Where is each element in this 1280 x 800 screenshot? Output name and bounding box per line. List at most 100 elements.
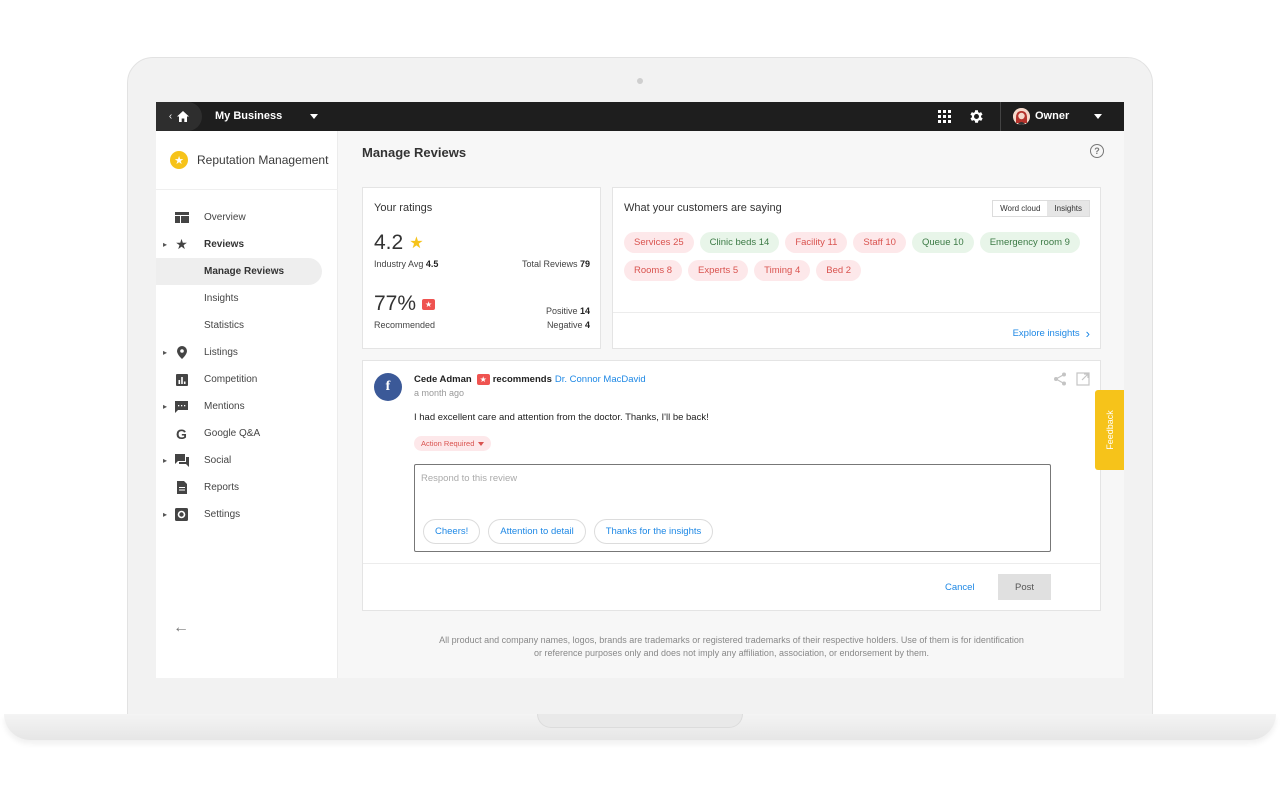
sidebar-item-label: Listings bbox=[204, 347, 238, 358]
sidebar-item-label: Statistics bbox=[204, 320, 245, 331]
review-text: I had excellent care and attention from … bbox=[414, 412, 709, 423]
sidebar-item-label: Competition bbox=[204, 374, 258, 385]
cancel-button[interactable]: Cancel bbox=[945, 582, 975, 593]
rating-score: 4.2 ★ bbox=[374, 231, 424, 255]
review-card: f Cede Adman ★ recommends Dr. Connor Mac… bbox=[362, 360, 1101, 611]
sidebar-item-overview[interactable]: Overview bbox=[156, 204, 338, 231]
bar-chart-icon bbox=[174, 372, 189, 387]
sidebar-item-label: Mentions bbox=[204, 401, 245, 412]
explore-insights-label: Explore insights bbox=[1012, 328, 1080, 339]
feedback-tab[interactable]: Feedback bbox=[1095, 390, 1124, 470]
page-title: Manage Reviews bbox=[362, 145, 467, 160]
action-required-dropdown[interactable]: Action Required bbox=[414, 436, 492, 451]
topic-chip[interactable]: Bed 2 bbox=[816, 260, 862, 281]
sidebar-item-insights[interactable]: Insights bbox=[156, 285, 338, 312]
user-name[interactable]: Owner bbox=[1035, 110, 1069, 122]
chat-icon bbox=[174, 399, 189, 414]
sidebar-divider bbox=[156, 189, 338, 190]
sidebar-item-reports[interactable]: Reports bbox=[156, 474, 338, 501]
insights-title: What your customers are saying bbox=[624, 202, 782, 214]
sidebar-item-settings[interactable]: ▸ Settings bbox=[156, 501, 338, 528]
card-divider bbox=[613, 312, 1100, 313]
expand-arrow-icon[interactable]: ▸ bbox=[163, 240, 167, 249]
topic-chip[interactable]: Facility 11 bbox=[785, 232, 848, 253]
positive-count: Positive 14 bbox=[545, 306, 590, 316]
recommend-badge-icon: ★ bbox=[476, 374, 490, 385]
expand-arrow-icon[interactable]: ▸ bbox=[163, 402, 167, 411]
reply-placeholder: Respond to this review bbox=[421, 473, 518, 484]
total-reviews: Total Reviews 79 bbox=[521, 259, 590, 269]
review-header: Cede Adman ★ recommends Dr. Connor MacDa… bbox=[414, 374, 646, 385]
collapse-sidebar-arrow-icon[interactable]: ← bbox=[173, 619, 189, 637]
ratings-card: Your ratings 4.2 ★ Industry Avg 4.5 Tota… bbox=[362, 187, 601, 349]
quick-reply-button[interactable]: Cheers! bbox=[423, 519, 481, 544]
settings-gear-icon[interactable] bbox=[968, 108, 985, 125]
open-external-icon[interactable] bbox=[1076, 372, 1090, 386]
negative-count: Negative 4 bbox=[546, 320, 590, 330]
laptop-notch bbox=[537, 714, 743, 728]
topic-chips: Services 25 Clinic beds 14 Facility 11 S… bbox=[624, 232, 1084, 281]
topic-chip[interactable]: Clinic beds 14 bbox=[699, 232, 780, 253]
apps-grid-icon[interactable] bbox=[938, 110, 951, 123]
review-timestamp: a month ago bbox=[414, 388, 465, 398]
sidebar-item-label: Reports bbox=[204, 482, 240, 493]
user-menu-dropdown-icon[interactable] bbox=[1094, 114, 1102, 119]
help-icon[interactable]: ? bbox=[1090, 144, 1104, 158]
expand-arrow-icon[interactable]: ▸ bbox=[163, 348, 167, 357]
quick-replies: Cheers! Attention to detail Thanks for t… bbox=[423, 519, 714, 544]
topic-chip[interactable]: Staff 10 bbox=[853, 232, 906, 253]
sidebar-item-listings[interactable]: ▸ Listings bbox=[156, 339, 338, 366]
insights-toggle[interactable]: Insights bbox=[1047, 201, 1089, 216]
chevron-down-icon bbox=[478, 441, 485, 446]
facebook-icon: f bbox=[374, 373, 402, 401]
overview-icon bbox=[174, 210, 189, 225]
business-dropdown-icon[interactable] bbox=[310, 114, 318, 119]
trademark-disclaimer: All product and company names, logos, br… bbox=[362, 634, 1101, 660]
home-button[interactable]: ‹ bbox=[156, 102, 202, 131]
user-avatar[interactable] bbox=[1013, 108, 1030, 125]
main-content: Manage Reviews ? Your ratings 4.2 ★ Indu… bbox=[338, 131, 1124, 678]
sidebar-item-google-qa[interactable]: G Google Q&A bbox=[156, 420, 338, 447]
reply-textarea[interactable]: Respond to this review Cheers! Attention… bbox=[414, 464, 1051, 552]
sidebar-item-manage-reviews[interactable]: Manage Reviews bbox=[156, 258, 322, 285]
expand-arrow-icon[interactable]: ▸ bbox=[163, 456, 167, 465]
google-icon: G bbox=[176, 425, 187, 442]
status-badge: Action Required bbox=[421, 439, 475, 448]
post-button[interactable]: Post bbox=[998, 574, 1051, 600]
reviewer-name[interactable]: Cede Adman bbox=[414, 374, 472, 385]
quick-reply-button[interactable]: Thanks for the insights bbox=[593, 519, 714, 544]
recommended-label: Recommended bbox=[374, 320, 436, 330]
topic-chip[interactable]: Experts 5 bbox=[688, 260, 749, 281]
top-bar: ‹ My Business Owner bbox=[156, 102, 1124, 131]
industry-average: Industry Avg 4.5 bbox=[374, 259, 439, 269]
word-cloud-toggle[interactable]: Word cloud bbox=[993, 201, 1047, 216]
reviewed-doctor-link[interactable]: Dr. Connor MacDavid bbox=[555, 374, 646, 385]
sidebar-item-social[interactable]: ▸ Social bbox=[156, 447, 338, 474]
sidebar-item-competition[interactable]: Competition bbox=[156, 366, 338, 393]
quick-reply-button[interactable]: Attention to detail bbox=[488, 519, 586, 544]
sidebar-item-label: Manage Reviews bbox=[204, 266, 285, 277]
sidebar-item-label: Google Q&A bbox=[204, 428, 261, 439]
sidebar-item-label: Reviews bbox=[204, 239, 245, 250]
topic-chip[interactable]: Services 25 bbox=[624, 232, 694, 253]
chevron-left-icon: ‹ bbox=[168, 111, 173, 122]
customer-insights-card: What your customers are saying Word clou… bbox=[612, 187, 1101, 349]
product-name: Reputation Management bbox=[197, 153, 329, 167]
topic-chip[interactable]: Rooms 8 bbox=[624, 260, 683, 281]
ratings-title: Your ratings bbox=[374, 202, 433, 214]
business-selector-label[interactable]: My Business bbox=[215, 110, 282, 122]
sidebar-item-reviews[interactable]: ▸ ★ Reviews bbox=[156, 231, 338, 258]
document-icon bbox=[174, 480, 189, 495]
sidebar-item-mentions[interactable]: ▸ Mentions bbox=[156, 393, 338, 420]
topic-chip[interactable]: Emergency room 9 bbox=[979, 232, 1080, 253]
recommended-percentage: 77% ★ bbox=[374, 292, 436, 316]
topic-chip[interactable]: Queue 10 bbox=[911, 232, 974, 253]
gear-icon bbox=[174, 507, 189, 522]
expand-arrow-icon[interactable]: ▸ bbox=[163, 510, 167, 519]
explore-insights-link[interactable]: Explore insights › bbox=[1013, 326, 1090, 341]
reputation-star-icon: ★ bbox=[170, 151, 188, 169]
share-icon[interactable] bbox=[1053, 372, 1067, 386]
topic-chip[interactable]: Timing 4 bbox=[754, 260, 811, 281]
sidebar-item-statistics[interactable]: Statistics bbox=[156, 312, 338, 339]
forum-icon bbox=[174, 453, 189, 468]
